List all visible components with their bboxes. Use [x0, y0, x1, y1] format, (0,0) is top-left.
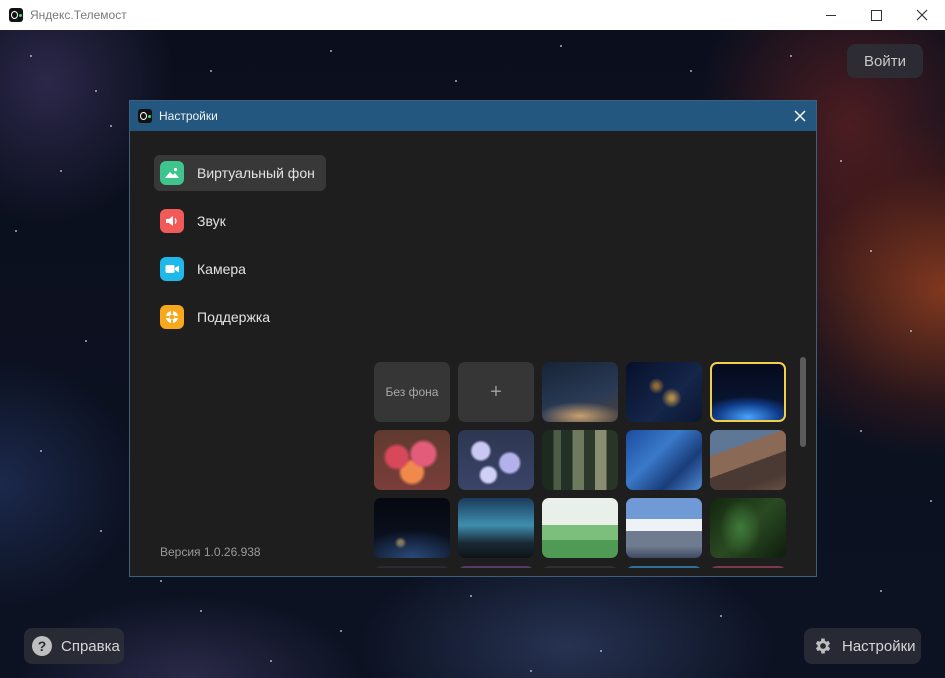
background-thumb-partial[interactable]: [710, 566, 786, 568]
background-thumb-asters[interactable]: [458, 430, 534, 490]
gear-icon: [813, 636, 833, 656]
background-thumb-fern[interactable]: [710, 498, 786, 558]
background-thumb-partial[interactable]: [626, 566, 702, 568]
minimize-icon: [826, 14, 836, 16]
dialog-titlebar: Настройки: [130, 101, 816, 131]
login-button[interactable]: Войти: [847, 44, 923, 78]
background-thumb-green-hills[interactable]: [542, 498, 618, 558]
background-thumb-mountain-ridge[interactable]: [710, 430, 786, 490]
menu-item-camera[interactable]: Камера: [154, 251, 326, 287]
menu-item-label: Поддержка: [197, 309, 271, 325]
app-logo-icon: [138, 109, 152, 123]
question-icon: ?: [32, 636, 52, 656]
close-window-button[interactable]: [899, 0, 945, 30]
background-thumb-earth-horizon[interactable]: [710, 362, 786, 422]
add-background-button[interactable]: +: [458, 362, 534, 422]
menu-item-label: Звук: [197, 213, 226, 229]
background-thumb-partial[interactable]: [542, 566, 618, 568]
window-title: Яндекс.Телемост: [30, 8, 127, 22]
settings-button[interactable]: Настройки: [804, 628, 921, 664]
settings-label: Настройки: [842, 637, 916, 655]
menu-item-label: Виртуальный фон: [197, 165, 315, 181]
background-thumb-tulips[interactable]: [374, 430, 450, 490]
close-icon: [916, 9, 928, 21]
background-grid-scrollbar[interactable]: [800, 357, 806, 447]
version-label: Версия 1.0.26.938: [160, 545, 261, 559]
background-thumb-partial[interactable]: [458, 566, 534, 568]
background-grid: Без фона +: [374, 362, 794, 568]
background-thumb-night-sky[interactable]: [542, 362, 618, 422]
help-label: Справка: [61, 637, 120, 655]
dialog-title: Настройки: [159, 109, 218, 123]
minimize-button[interactable]: [808, 0, 854, 30]
close-dialog-button[interactable]: [792, 108, 808, 124]
background-thumb-earth-night[interactable]: [374, 498, 450, 558]
window-titlebar: Яндекс.Телемост: [0, 0, 945, 30]
maximize-button[interactable]: [853, 0, 899, 30]
background-thumb-ocean-waves[interactable]: [626, 430, 702, 490]
background-thumb-milky-way-lake[interactable]: [458, 498, 534, 558]
menu-item-support[interactable]: Поддержка: [154, 299, 326, 335]
background-thumb-partial[interactable]: [374, 566, 450, 568]
menu-item-sound[interactable]: Звук: [154, 203, 326, 239]
background-thumb-forest[interactable]: [542, 430, 618, 490]
menu-item-virtual-background[interactable]: Виртуальный фон: [154, 155, 326, 191]
camera-icon: [160, 257, 184, 281]
background-thumb-city-lights-earth[interactable]: [626, 362, 702, 422]
settings-dialog: Настройки Виртуальный фон Звук Камера По…: [129, 100, 817, 577]
app-logo-icon: [9, 8, 23, 22]
help-button[interactable]: ? Справка: [24, 628, 124, 664]
background-thumb-snowy-mountains[interactable]: [626, 498, 702, 558]
maximize-icon: [870, 9, 882, 21]
lifebuoy-icon: [160, 305, 184, 329]
no-background-option[interactable]: Без фона: [374, 362, 450, 422]
settings-menu: Виртуальный фон Звук Камера Поддержка: [154, 155, 326, 347]
speaker-icon: [160, 209, 184, 233]
menu-item-label: Камера: [197, 261, 246, 277]
image-icon: [160, 161, 184, 185]
